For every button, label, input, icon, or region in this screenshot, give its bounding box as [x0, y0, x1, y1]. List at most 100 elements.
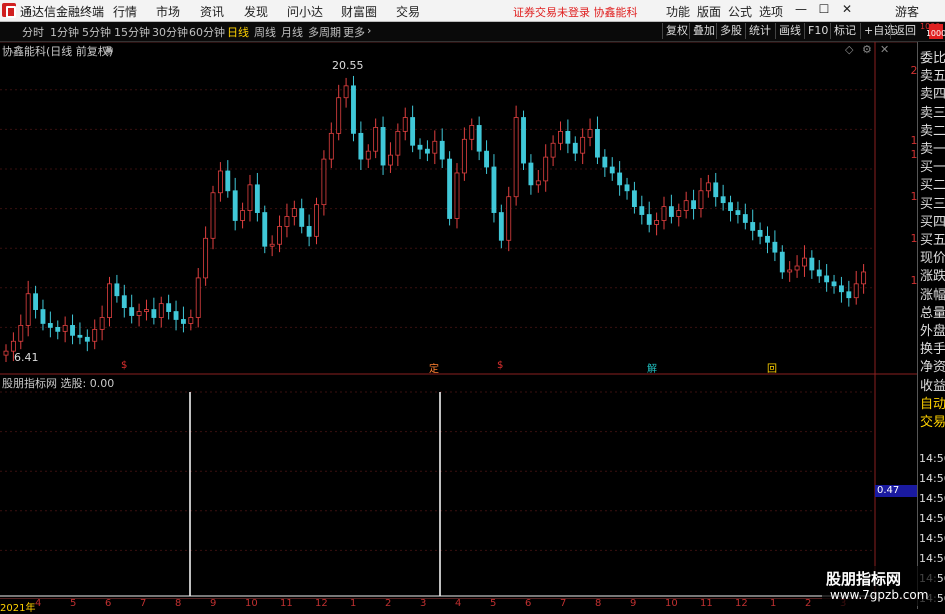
menu-zixun[interactable]: 资讯 — [200, 3, 224, 20]
quote-label-13[interactable]: 涨幅 — [920, 284, 945, 303]
tongji-button[interactable]: 统计 — [745, 23, 774, 39]
notification-badge[interactable]: 1000 — [926, 22, 945, 41]
tab-weekly[interactable]: 周线 — [254, 24, 276, 40]
tab-30min[interactable]: 30分钟 — [152, 24, 188, 40]
chevron-right-icon[interactable]: › — [367, 24, 371, 37]
quote-label-8[interactable]: 买三 — [920, 193, 945, 212]
menu-hangqing[interactable]: 行情 — [113, 3, 137, 20]
quote-label-7[interactable]: 买二 — [920, 174, 945, 193]
tab-15min[interactable]: 15分钟 — [114, 24, 150, 40]
candle-body — [129, 307, 135, 316]
menu-gongneng[interactable]: 功能 — [666, 3, 690, 20]
quote-label-17[interactable]: 净资 — [920, 356, 945, 375]
menu-caifuquan[interactable]: 财富圈 — [341, 3, 377, 20]
candle-body — [240, 210, 246, 221]
tab-1min[interactable]: 1分钟 — [50, 24, 79, 40]
event-marker[interactable]: 回 — [767, 360, 777, 375]
quote-label-10[interactable]: 买五 — [920, 229, 945, 248]
x-tick: 9 — [630, 598, 637, 609]
indicator-title: 股朋指标网 选股: 0.00 — [2, 377, 115, 390]
maximize-button[interactable]: ☐ — [815, 2, 833, 18]
menu-jiaoyi[interactable]: 交易 — [396, 3, 420, 20]
huaxian-button[interactable]: 画线 — [775, 23, 804, 39]
candle-body — [498, 212, 504, 241]
quote-label-0[interactable]: 委比 — [920, 47, 945, 66]
menu-gongshi[interactable]: 公式 — [728, 3, 752, 20]
menu-bar: 通达信金融终端 行情 市场 资讯 发现 问小达 财富圈 交易 证券交易未登录 协… — [0, 0, 945, 22]
candle-body — [720, 196, 726, 204]
chart-canvas[interactable] — [0, 42, 917, 598]
high-price-label: 20.55 — [332, 59, 364, 72]
candle-body — [40, 309, 46, 324]
quote-label-11[interactable]: 现价 — [920, 247, 945, 266]
watermark: 股朋指标网 www.7gpzb.com — [822, 566, 938, 606]
gear-icon[interactable]: ⚙ — [862, 43, 872, 56]
quote-label-15[interactable]: 外盘 — [920, 320, 945, 339]
event-marker[interactable]: $ — [497, 360, 503, 371]
watermark-url: www.7gpzb.com — [830, 588, 929, 602]
duogu-button[interactable]: 多股 — [716, 23, 745, 39]
trade-time: 14:56 — [919, 512, 945, 525]
candle-body — [742, 214, 748, 223]
minimize-button[interactable]: — — [792, 2, 810, 18]
menu-shichang[interactable]: 市场 — [156, 3, 180, 20]
candle-body — [543, 156, 549, 182]
tab-5min[interactable]: 5分钟 — [82, 24, 111, 40]
candle-body — [284, 216, 290, 227]
candle-body — [668, 206, 674, 217]
close-chart-icon[interactable]: ✕ — [880, 43, 889, 56]
watermark-title: 股朋指标网 — [826, 570, 902, 588]
event-marker[interactable]: $ — [121, 360, 127, 371]
diamond-icon[interactable]: ◇ — [845, 43, 853, 56]
quote-label-5[interactable]: 卖一 — [920, 138, 945, 157]
settings-icon[interactable]: ◉ — [104, 43, 114, 56]
quote-label-2[interactable]: 卖四 — [920, 83, 945, 102]
candle-body — [491, 166, 497, 213]
candle-body — [528, 162, 534, 186]
quote-label-4[interactable]: 卖二 — [920, 120, 945, 139]
quote-label-20[interactable]: 交易 — [920, 411, 945, 430]
event-marker[interactable]: 解 — [647, 360, 657, 375]
back-button[interactable]: 返回 — [890, 23, 919, 39]
candle-body — [728, 202, 733, 211]
menu-wenxiaoda[interactable]: 问小达 — [287, 3, 323, 20]
quote-label-9[interactable]: 买四 — [920, 211, 945, 230]
quote-label-19[interactable]: 自动 — [920, 393, 945, 412]
tab-fenshi[interactable]: 分时 — [22, 24, 44, 40]
candle-body — [779, 251, 785, 273]
candle-body — [321, 158, 327, 206]
quote-label-12[interactable]: 涨跌 — [920, 265, 945, 284]
candle-body — [151, 309, 157, 318]
tab-daily[interactable]: 日线 — [227, 24, 249, 40]
candle-body — [3, 350, 9, 356]
quote-label-18[interactable]: 收益 — [920, 375, 945, 394]
quote-label-6[interactable]: 买一 — [920, 156, 945, 175]
candle-body — [639, 206, 645, 215]
candle-body — [254, 184, 260, 213]
tab-multi[interactable]: 多周期 — [308, 24, 341, 40]
tab-more[interactable]: 更多 — [343, 24, 365, 40]
guest-button[interactable]: 游客 — [895, 3, 919, 20]
candle-body — [410, 117, 416, 146]
quote-label-1[interactable]: 卖五 — [920, 65, 945, 84]
quote-label-14[interactable]: 总量 — [920, 302, 945, 321]
candle-body — [336, 97, 342, 134]
tab-monthly[interactable]: 月线 — [281, 24, 303, 40]
x-tick: 11 — [700, 598, 713, 609]
f10-button[interactable]: F10 — [804, 23, 831, 39]
diejia-button[interactable]: 叠加 — [689, 23, 718, 39]
close-button[interactable]: ✕ — [838, 2, 856, 18]
tab-60min[interactable]: 60分钟 — [189, 24, 225, 40]
x-tick: 2 — [805, 598, 812, 609]
quote-label-16[interactable]: 换手 — [920, 338, 945, 357]
biaoji-button[interactable]: 标记 — [830, 23, 859, 39]
quote-label-3[interactable]: 卖三 — [920, 102, 945, 121]
candle-body — [402, 117, 408, 132]
menu-banmian[interactable]: 版面 — [697, 3, 721, 20]
svg-text:1000: 1000 — [927, 29, 945, 38]
fuquan-button[interactable]: 复权 — [662, 23, 691, 39]
menu-faxian[interactable]: 发现 — [244, 3, 268, 20]
event-marker[interactable]: 定 — [429, 360, 439, 375]
candle-body — [144, 309, 149, 312]
menu-xuanxiang[interactable]: 选项 — [759, 3, 783, 20]
